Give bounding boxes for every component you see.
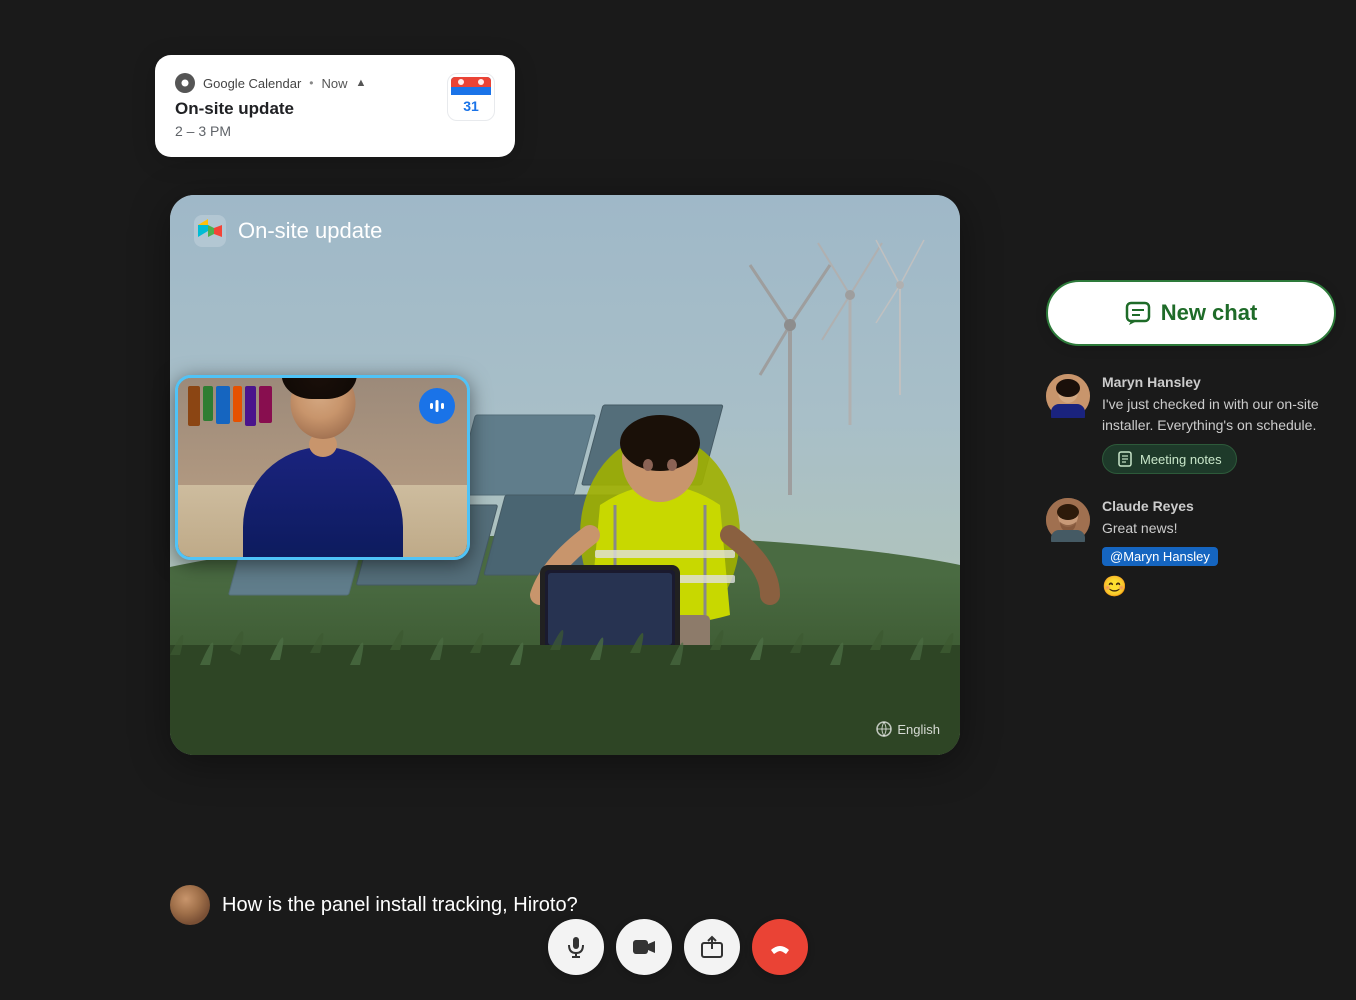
- settings-icon: [876, 721, 892, 737]
- svg-text:31: 31: [463, 98, 479, 114]
- notification-chevron-icon: ▲: [356, 77, 367, 89]
- language-indicator[interactable]: English: [876, 721, 940, 737]
- video-call-title: On-site update: [238, 218, 382, 244]
- share-button[interactable]: [684, 919, 740, 975]
- maryn-avatar: [1046, 374, 1090, 418]
- calendar-icon: 31: [447, 73, 495, 121]
- meet-header: On-site update: [194, 215, 382, 247]
- gcal-icon: [175, 73, 195, 93]
- share-icon: [700, 935, 724, 959]
- new-chat-button[interactable]: New chat: [1046, 280, 1336, 346]
- caption-bar: How is the panel install tracking, Hirot…: [170, 885, 578, 925]
- mention-chip: @Maryn Hansley: [1102, 547, 1218, 566]
- new-chat-label: New chat: [1161, 300, 1258, 326]
- caption-speaker-avatar: [170, 885, 210, 925]
- chat-bubble-icon: [1125, 300, 1151, 326]
- notification-card: Google Calendar • Now ▲ On-site update 2…: [155, 55, 515, 157]
- caption-text: How is the panel install tracking, Hirot…: [222, 894, 578, 917]
- mic-icon: [564, 935, 588, 959]
- notification-title: On-site update: [175, 99, 433, 119]
- language-label: English: [897, 722, 940, 737]
- maryn-message-text: I've just checked in with our on-site in…: [1102, 394, 1336, 436]
- mic-button[interactable]: [548, 919, 604, 975]
- notification-time: Now: [322, 76, 348, 91]
- chat-message-2: Claude Reyes Great news! @Maryn Hansley …: [1046, 498, 1336, 599]
- notification-subtitle: 2 – 3 PM: [175, 123, 433, 139]
- meet-logo: [194, 215, 226, 247]
- emoji-reaction: 😊: [1102, 574, 1336, 599]
- meeting-notes-label: Meeting notes: [1140, 452, 1222, 467]
- chat-panel: New chat Maryn Hansley I've just checked…: [1046, 280, 1336, 623]
- meeting-notes-chip[interactable]: Meeting notes: [1102, 444, 1237, 474]
- notification-content: Google Calendar • Now ▲ On-site update 2…: [175, 73, 433, 139]
- audio-indicator: [419, 388, 455, 424]
- claude-avatar: [1046, 498, 1090, 542]
- notification-separator: •: [309, 76, 313, 90]
- end-call-button[interactable]: [752, 919, 808, 975]
- notification-header: Google Calendar • Now ▲: [175, 73, 433, 93]
- audio-waves-icon: [427, 396, 447, 416]
- control-bar: [548, 919, 808, 975]
- maryn-sender-name: Maryn Hansley: [1102, 374, 1336, 390]
- end-call-icon: [767, 934, 793, 960]
- camera-button[interactable]: [616, 919, 672, 975]
- notification-app-name: Google Calendar: [203, 76, 301, 91]
- claude-sender-name: Claude Reyes: [1102, 498, 1336, 514]
- camera-icon: [632, 935, 656, 959]
- claude-message-content: Claude Reyes Great news! @Maryn Hansley …: [1102, 498, 1336, 599]
- chat-message-1: Maryn Hansley I've just checked in with …: [1046, 374, 1336, 474]
- claude-message-text: Great news!: [1102, 518, 1336, 539]
- self-view-thumbnail: [175, 375, 470, 560]
- notes-icon: [1117, 451, 1133, 467]
- maryn-message-content: Maryn Hansley I've just checked in with …: [1102, 374, 1336, 474]
